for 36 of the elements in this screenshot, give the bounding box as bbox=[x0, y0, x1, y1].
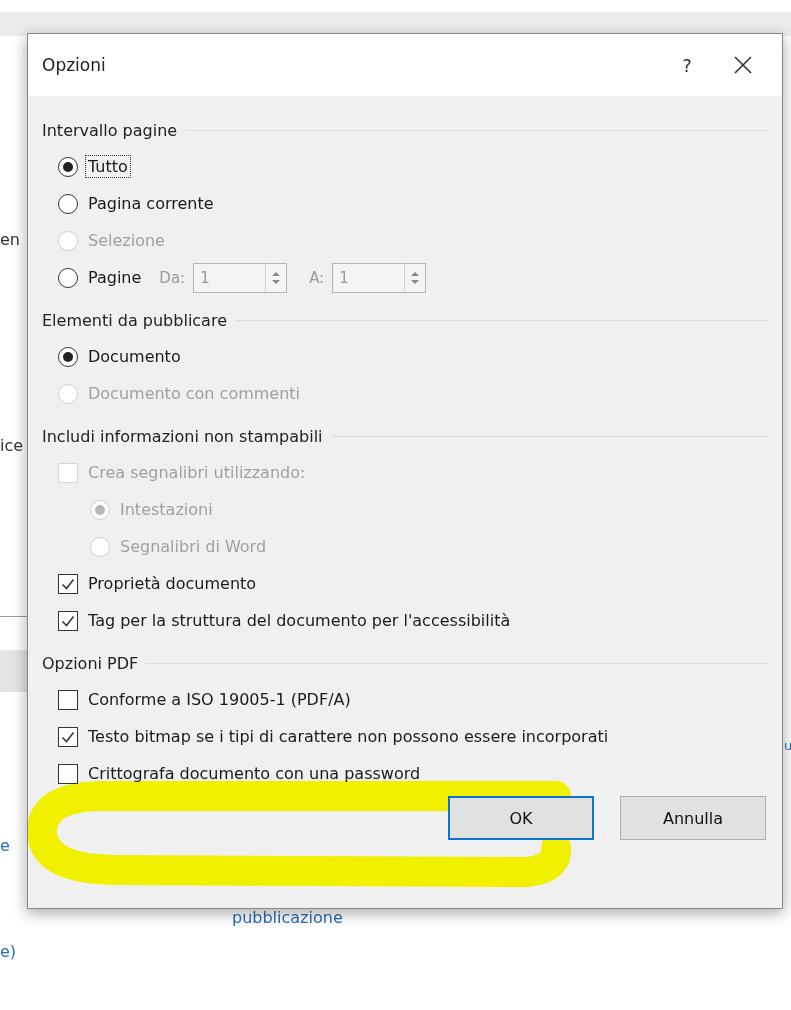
checkbox[interactable] bbox=[58, 689, 78, 710]
group-heading: Elementi da pubblicare bbox=[42, 310, 227, 330]
spin-buttons[interactable] bbox=[404, 262, 427, 293]
ok-button[interactable]: OK bbox=[448, 796, 594, 840]
group-heading: Intervallo pagine bbox=[42, 120, 178, 140]
checkbox[interactable] bbox=[58, 610, 78, 631]
cancel-button[interactable]: Annulla bbox=[620, 796, 766, 840]
link-text[interactable]: e) bbox=[0, 942, 17, 961]
radio-button[interactable] bbox=[58, 156, 78, 177]
window-title: Opzioni bbox=[42, 55, 107, 75]
group-heading: Includi informazioni non stampabili bbox=[42, 426, 323, 446]
text-fragment: ice bbox=[0, 436, 24, 455]
radio-option[interactable]: Pagina corrente bbox=[58, 193, 216, 214]
link-text[interactable]: u bbox=[784, 738, 791, 753]
field-label: A: bbox=[309, 268, 325, 287]
radio-button[interactable] bbox=[58, 346, 78, 367]
checkbox-option[interactable]: Testo bitmap se i tipi di carattere non possono essere incorporati bbox=[58, 726, 611, 747]
checkbox[interactable] bbox=[58, 763, 78, 784]
checkbox-option[interactable]: Crittografa documento con una password bbox=[58, 763, 423, 784]
checkbox[interactable] bbox=[58, 573, 78, 594]
radio-option[interactable]: Documento bbox=[58, 346, 183, 367]
help-button[interactable]: ? bbox=[664, 54, 710, 76]
spin-buttons[interactable] bbox=[265, 262, 288, 293]
checkbox-option[interactable]: Proprietà documento bbox=[58, 573, 259, 594]
group-heading: Opzioni PDF bbox=[42, 653, 139, 673]
radio-button[interactable] bbox=[58, 193, 78, 214]
link-text[interactable]: e bbox=[0, 836, 10, 855]
field-label: Da: bbox=[159, 268, 186, 287]
checkbox-option[interactable]: Tag per la struttura del documento per l'accessibilità bbox=[58, 610, 513, 631]
checkbox-option[interactable]: Conforme a ISO 19005-1 (PDF/A) bbox=[58, 689, 353, 710]
radio-option[interactable]: Tutto bbox=[58, 156, 130, 177]
radio-button[interactable] bbox=[58, 267, 78, 288]
text-fragment: en bbox=[0, 230, 20, 249]
radio-option[interactable]: Pagine bbox=[58, 267, 144, 288]
checkbox[interactable] bbox=[58, 726, 78, 747]
link-text[interactable]: pubblicazione bbox=[232, 908, 343, 927]
